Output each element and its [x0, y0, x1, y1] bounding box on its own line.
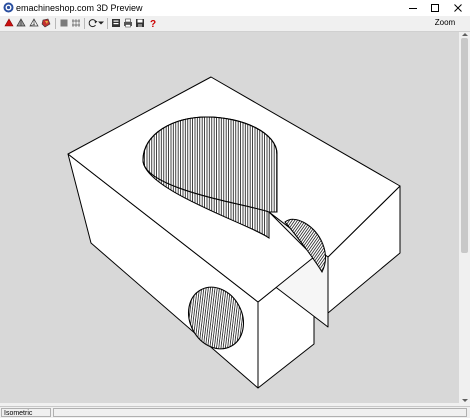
svg-text:?: ? [150, 19, 156, 28]
save-button[interactable] [134, 16, 146, 30]
window-title: emachineshop.com 3D Preview [16, 3, 143, 13]
app-icon [3, 2, 14, 13]
help-button[interactable]: ? [147, 16, 159, 30]
scroll-down-icon[interactable] [462, 398, 468, 403]
stop-button[interactable] [58, 16, 70, 30]
maximize-button[interactable] [424, 0, 446, 16]
shaded-view-button[interactable] [15, 16, 27, 30]
color-view-icon [41, 18, 51, 28]
shaded-view-icon [16, 18, 26, 27]
dimensions-button[interactable] [70, 16, 82, 30]
part-model [67, 76, 401, 389]
3d-viewport[interactable] [0, 32, 459, 403]
minimize-icon [409, 8, 417, 9]
wireframe-view-button[interactable] [28, 16, 40, 30]
close-icon [454, 4, 462, 12]
wireframe-view-icon [29, 18, 39, 27]
maximize-icon [431, 4, 439, 12]
dropdown-arrow-icon [98, 21, 104, 25]
export-button[interactable] [110, 16, 122, 30]
solid-view-button[interactable] [3, 16, 15, 30]
stop-icon [60, 19, 68, 27]
scroll-up-icon[interactable] [462, 32, 468, 37]
export-icon [112, 19, 120, 27]
vertical-scrollbar[interactable] [459, 32, 470, 403]
status-bar: Isometric [0, 406, 470, 418]
solid-view-icon [4, 18, 14, 27]
toolbar: ? Zoom [0, 16, 470, 32]
status-panel [53, 408, 467, 417]
help-icon: ? [150, 19, 156, 28]
print-button[interactable] [122, 16, 134, 30]
color-view-button[interactable] [40, 16, 52, 30]
save-icon [136, 19, 144, 27]
close-button[interactable] [447, 0, 469, 16]
scroll-thumb[interactable] [461, 38, 468, 253]
zoom-button[interactable]: Zoom [432, 16, 458, 30]
title-bar: emachineshop.com 3D Preview [0, 0, 470, 16]
preview-window: emachineshop.com 3D Preview ? Zoom Isome… [0, 0, 470, 418]
status-view-name: Isometric [1, 408, 51, 417]
dimensions-icon [72, 19, 80, 27]
rotate-dropdown-button[interactable] [97, 16, 105, 30]
minimize-button[interactable] [402, 0, 424, 16]
print-icon [124, 18, 132, 28]
